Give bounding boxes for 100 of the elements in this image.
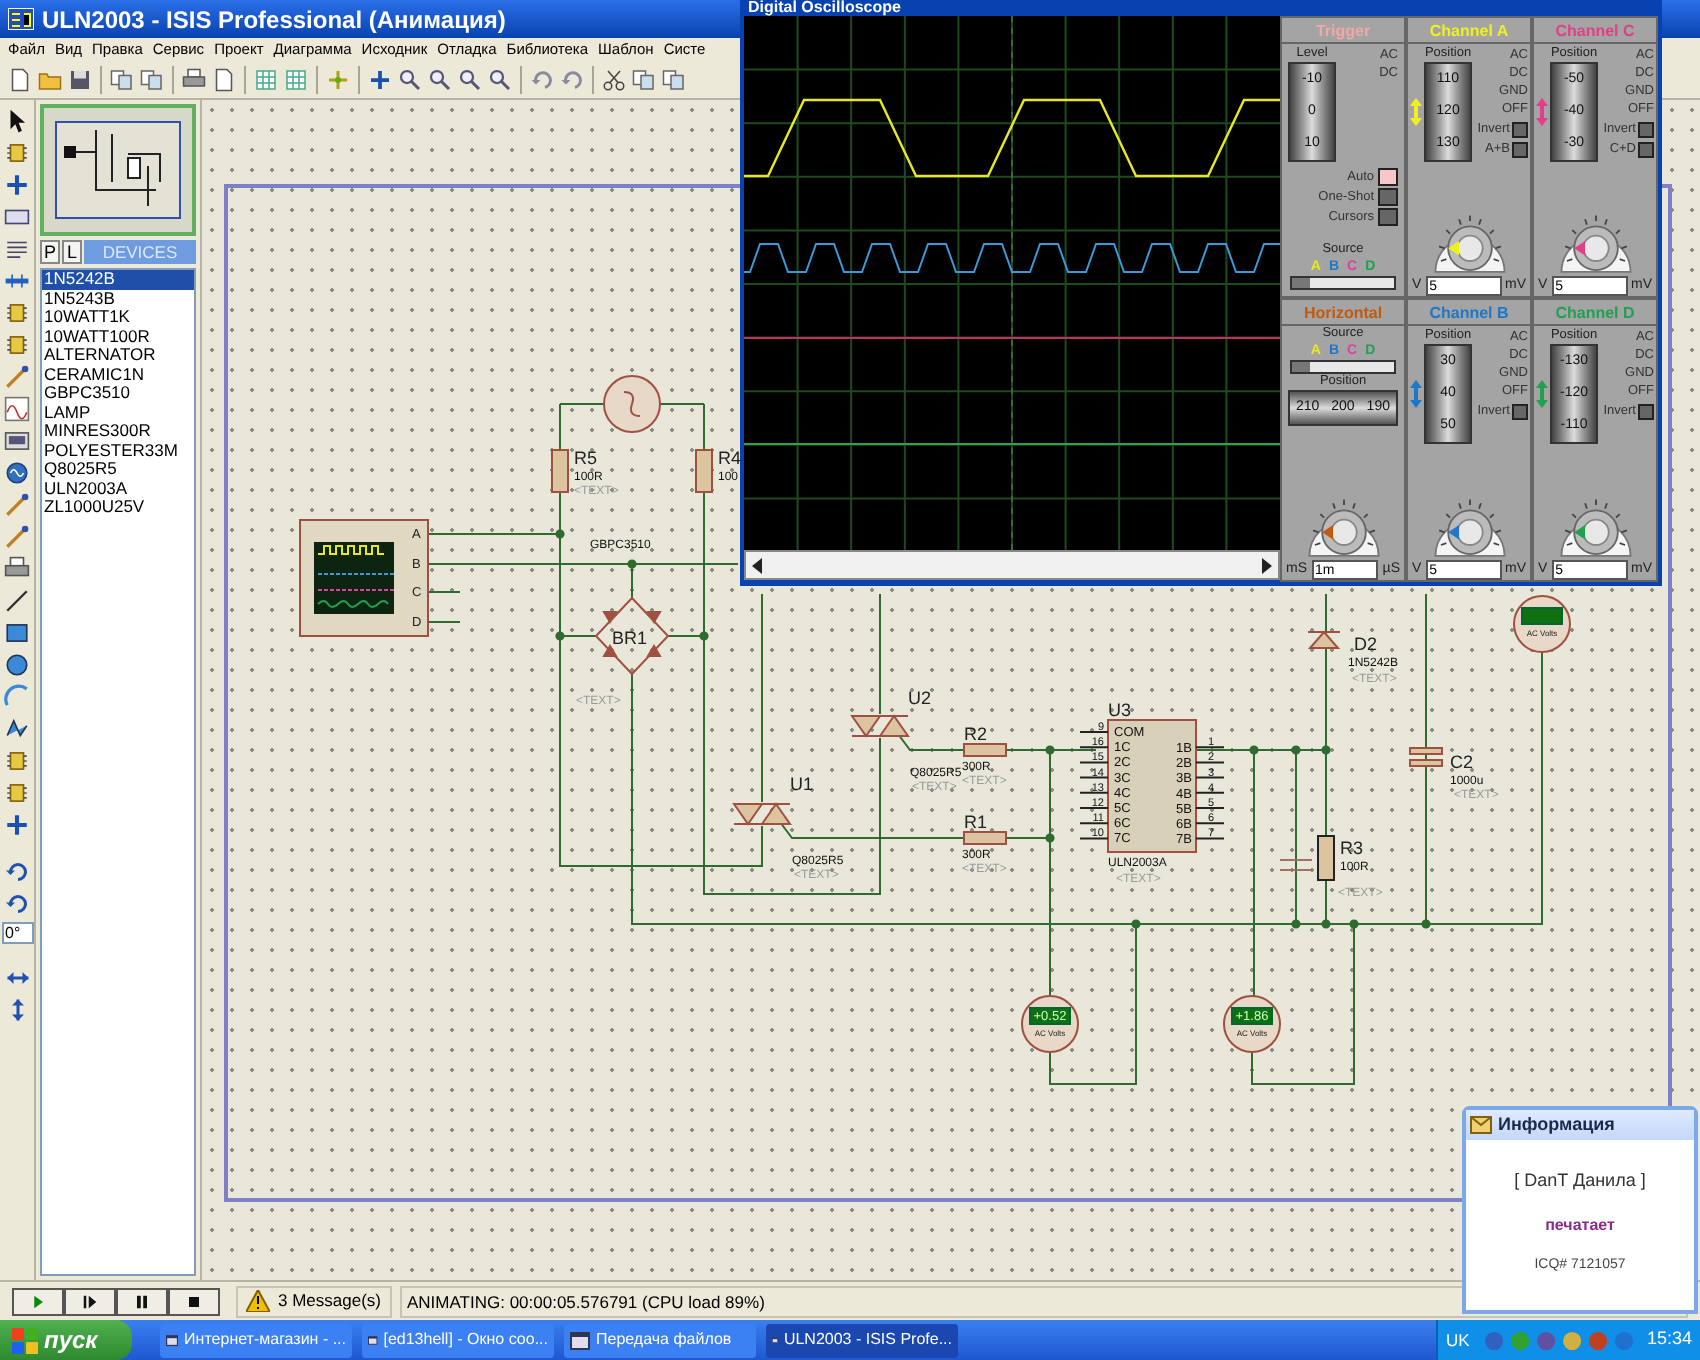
- toolbar-button[interactable]: [630, 65, 658, 95]
- toggle-button[interactable]: [1378, 168, 1398, 186]
- device-item[interactable]: MINRES300R: [42, 422, 194, 441]
- toolbar-button[interactable]: [108, 65, 136, 95]
- envelope-icon: [1470, 1116, 1492, 1134]
- rotate-icon: [5, 892, 29, 916]
- right-arrow-icon[interactable]: [1258, 557, 1274, 573]
- device-item[interactable]: Q8025R5: [42, 460, 194, 479]
- source-slider[interactable]: [1290, 276, 1396, 290]
- component-ref: R3: [1340, 838, 1364, 858]
- toolbar-button[interactable]: [396, 65, 424, 95]
- tool-button[interactable]: [2, 362, 32, 390]
- toolbar-button[interactable]: [138, 65, 166, 95]
- simulation-button[interactable]: [64, 1287, 116, 1315]
- horizontal-scrollbar[interactable]: [744, 550, 1280, 580]
- device-item[interactable]: GBPC3510: [42, 384, 194, 403]
- device-item[interactable]: ALTERNATOR: [42, 346, 194, 365]
- component-icon: [4, 299, 30, 325]
- taskbar-button[interactable]: [ed13hell] - Окно соо...: [362, 1323, 554, 1357]
- tool-button[interactable]: [2, 810, 32, 838]
- toolbar-button[interactable]: [426, 65, 454, 95]
- devices-header: DEVICES: [84, 240, 196, 264]
- rotation-field[interactable]: 0°: [1, 922, 33, 944]
- panel-title: Trigger: [1282, 18, 1404, 44]
- magnifier-icon: [428, 68, 452, 92]
- toggle-button[interactable]: [1638, 403, 1654, 419]
- tool-button[interactable]: [2, 522, 32, 550]
- source-slider[interactable]: [1290, 360, 1396, 374]
- graph-icon: [4, 395, 30, 421]
- curved-arrow-icon: [560, 68, 584, 92]
- component-ref: BR1: [612, 628, 648, 648]
- component-ref: R4: [718, 448, 742, 468]
- device-item[interactable]: 10WATT100R: [42, 327, 194, 346]
- simulation-button[interactable]: [168, 1287, 220, 1315]
- printer-icon: [4, 555, 30, 581]
- taskbar-button[interactable]: Передача файлов: [564, 1323, 756, 1357]
- taskbar-button[interactable]: Интернет-магазин - ...: [160, 1323, 352, 1357]
- tool-button[interactable]: [2, 714, 32, 742]
- toggle-button[interactable]: [1378, 208, 1398, 226]
- toolbar-button[interactable]: [660, 65, 688, 95]
- toolbar-button[interactable]: [6, 65, 34, 95]
- page-icon: [8, 68, 32, 92]
- step-icon: [80, 1291, 100, 1311]
- toolbar-button[interactable]: [456, 65, 484, 95]
- toolbar-button[interactable]: [486, 65, 514, 95]
- folder-icon: [38, 68, 62, 92]
- tool-button[interactable]: [2, 650, 32, 678]
- tool-button[interactable]: [2, 586, 32, 614]
- device-item[interactable]: ULN2003A: [42, 479, 194, 498]
- tool-button[interactable]: [2, 458, 32, 486]
- toolbar-button[interactable]: [210, 65, 238, 95]
- taskbar-button[interactable]: ULN2003 - ISIS Profe...: [766, 1323, 958, 1357]
- messages-count: 3 Message(s): [278, 1288, 381, 1314]
- tool-button[interactable]: [2, 170, 32, 198]
- left-arrow-icon[interactable]: [750, 557, 766, 573]
- circle-icon: [4, 651, 30, 677]
- panel-tab[interactable]: L: [62, 240, 82, 264]
- device-item[interactable]: POLYESTER33M: [42, 441, 194, 460]
- component-ref: U2: [908, 688, 932, 708]
- tool-button[interactable]: [2, 890, 32, 918]
- device-item[interactable]: 10WATT1K: [42, 308, 194, 327]
- tool-button[interactable]: [2, 554, 32, 582]
- crosshair-icon: [4, 171, 30, 197]
- tool-button[interactable]: [2, 490, 32, 518]
- printer-icon: [182, 68, 206, 92]
- simulation-button[interactable]: [12, 1287, 64, 1315]
- window-title: Digital Oscilloscope: [748, 0, 901, 16]
- toggle-button[interactable]: [1512, 403, 1528, 419]
- messages-panel[interactable]: 3 Message(s): [236, 1285, 391, 1317]
- device-item[interactable]: 1N5243B: [42, 289, 194, 308]
- toolbar-button[interactable]: [66, 65, 94, 95]
- panel-title: Channel D: [1534, 300, 1656, 326]
- window-title: ULN2003 - ISIS Professional (Анимация): [42, 3, 506, 37]
- toolbar-button[interactable]: [366, 65, 394, 95]
- start-button[interactable]: пуск: [0, 1320, 132, 1360]
- panel-title: Channel B: [1408, 300, 1530, 326]
- component-icon: [4, 779, 30, 805]
- slider-thumb[interactable]: [1292, 278, 1310, 288]
- toolbar-button[interactable]: [600, 65, 628, 95]
- device-item[interactable]: 1N5242B: [42, 270, 194, 289]
- panel-title: Horizontal: [1282, 300, 1404, 326]
- copy-icon: [632, 68, 656, 92]
- generator-icon: [4, 459, 30, 485]
- scissors-icon: [602, 68, 626, 92]
- window-icon: [368, 1330, 378, 1350]
- tool-button[interactable]: [2, 618, 32, 646]
- toggle-button[interactable]: [1378, 188, 1398, 206]
- stop-icon: [184, 1291, 204, 1311]
- overview-panel[interactable]: [40, 104, 196, 236]
- popup-title: Информация: [1498, 1111, 1615, 1138]
- device-item[interactable]: ZL1000U25V: [42, 498, 194, 517]
- copy-icon: [662, 68, 686, 92]
- component-ref: C2: [1450, 752, 1474, 772]
- device-item[interactable]: LAMP: [42, 403, 194, 422]
- simulation-button[interactable]: [116, 1287, 168, 1315]
- tool-button[interactable]: [2, 858, 32, 886]
- slider-thumb[interactable]: [1292, 362, 1310, 372]
- device-item[interactable]: CERAMIC1N: [42, 365, 194, 384]
- panel-title: Channel A: [1408, 18, 1530, 44]
- panel-tab[interactable]: P: [40, 240, 60, 264]
